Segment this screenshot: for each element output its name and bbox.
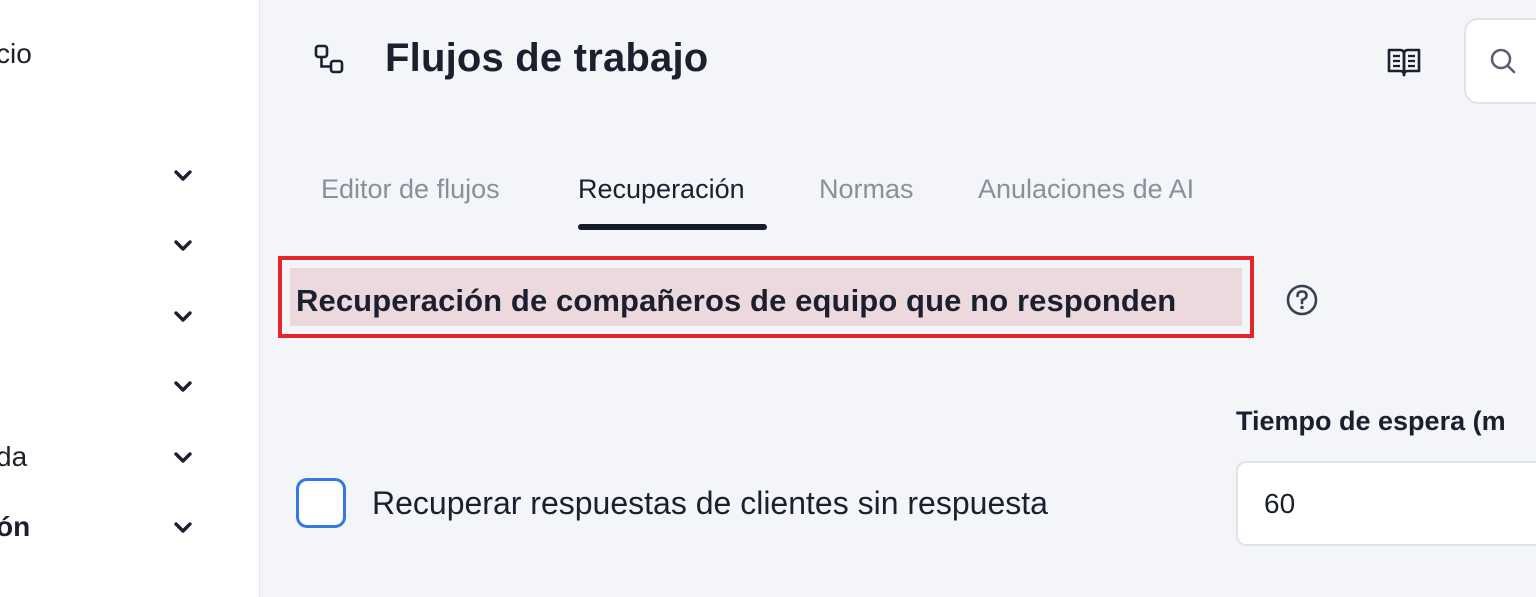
tab-anulaciones-de-ai[interactable]: Anulaciones de AI — [978, 174, 1194, 205]
page-title: Flujos de trabajo — [385, 36, 709, 80]
chevron-down-icon[interactable] — [172, 450, 194, 466]
tab-editor-de-flujos[interactable]: Editor de flujos — [321, 174, 500, 205]
section-title: Recuperación de compañeros de equipo que… — [296, 283, 1177, 318]
workflow-icon — [314, 44, 344, 74]
chevron-down-icon[interactable] — [172, 520, 194, 536]
sidebar-item-label-active[interactable]: ón — [0, 511, 30, 543]
checkbox-label[interactable]: Recuperar respuestas de clientes sin res… — [372, 485, 1048, 522]
search-icon — [1490, 48, 1516, 74]
help-circle-icon[interactable] — [1284, 282, 1320, 318]
chevron-down-icon[interactable] — [172, 379, 194, 395]
active-tab-indicator — [578, 224, 767, 230]
search-input[interactable] — [1464, 18, 1536, 104]
chevron-down-icon[interactable] — [172, 168, 194, 184]
recover-replies-checkbox[interactable] — [296, 478, 346, 528]
sidebar-item-label[interactable]: da — [0, 441, 27, 473]
main-content: Flujos de trabajo Editor de flujos Recup… — [260, 0, 1536, 597]
timeout-label: Tiempo de espera (m — [1236, 406, 1506, 436]
sidebar-item-label[interactable]: cio — [0, 38, 32, 70]
tab-normas[interactable]: Normas — [819, 174, 914, 205]
timeout-input[interactable] — [1236, 461, 1536, 546]
chevron-down-icon[interactable] — [172, 309, 194, 325]
book-icon[interactable] — [1384, 41, 1424, 81]
sidebar: cio da ón — [0, 0, 260, 597]
chevron-down-icon[interactable] — [172, 238, 194, 254]
tab-recuperacion[interactable]: Recuperación — [578, 174, 745, 205]
